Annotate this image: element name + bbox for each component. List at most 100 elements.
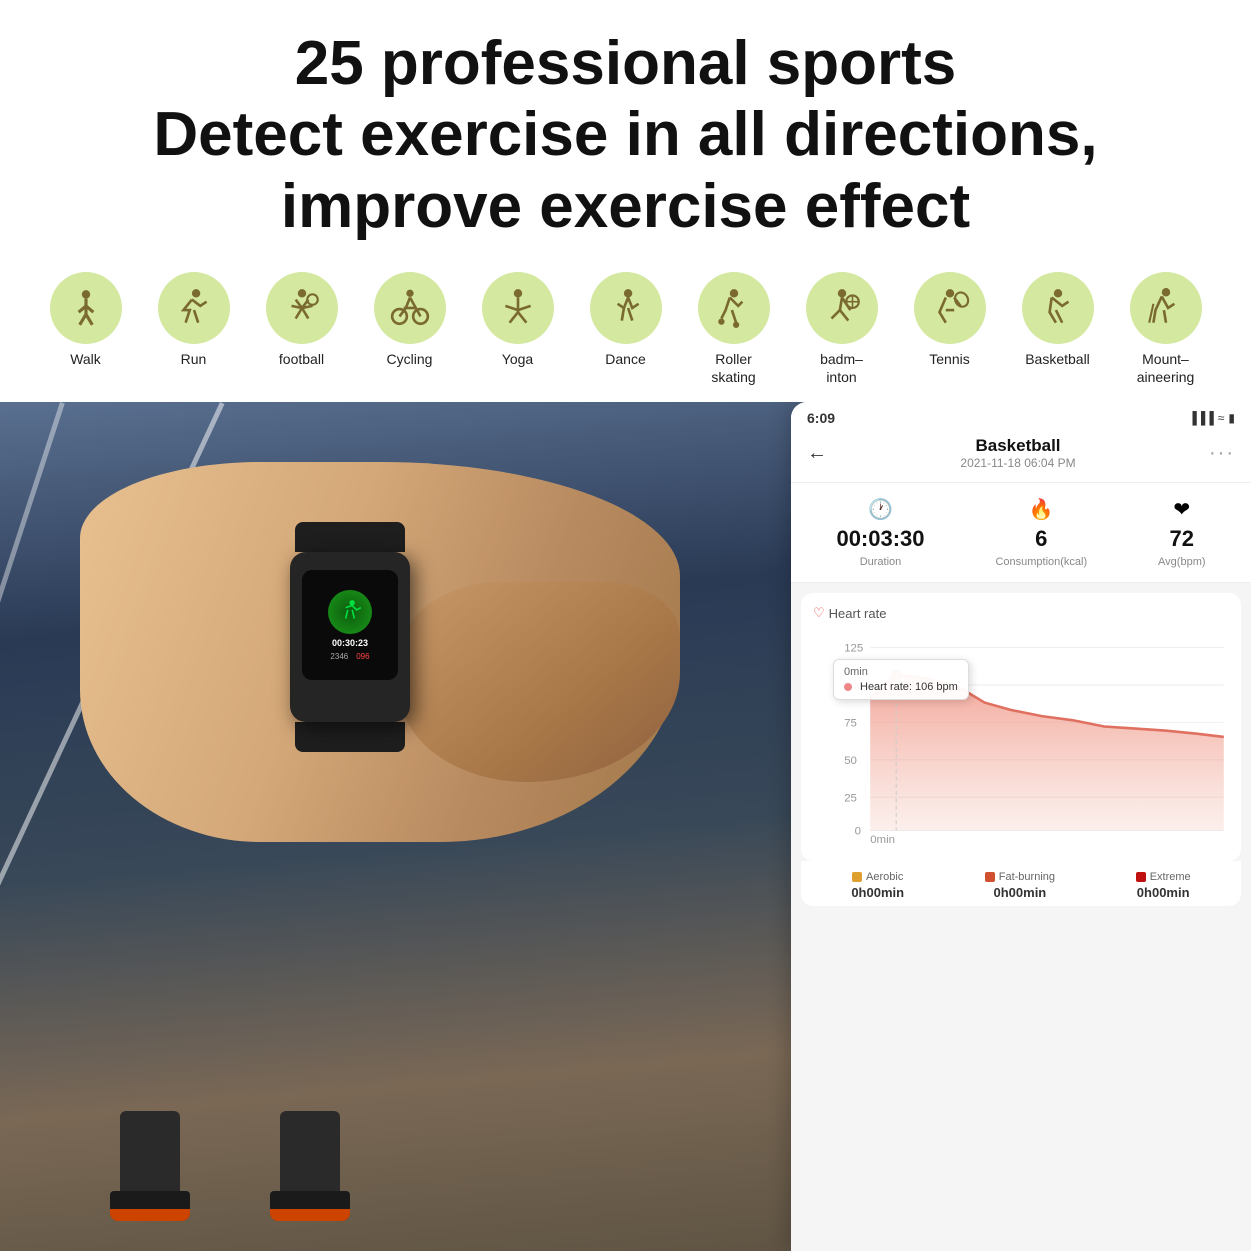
battery-icon: ▮ bbox=[1228, 411, 1235, 425]
fat-burning-label: Fat-burning bbox=[999, 871, 1055, 883]
sport-walk: Walk bbox=[32, 272, 140, 368]
phone-nav: ← Basketball 2021-11-18 06:04 PM ··· bbox=[807, 436, 1235, 470]
cycling-icon bbox=[389, 287, 431, 329]
legend-aerobic-label-row: Aerobic bbox=[852, 871, 903, 883]
hr-tooltip: 0min Heart rate: 106 bpm bbox=[833, 659, 969, 700]
stat-consumption: 🔥 6 Consumption(kcal) bbox=[995, 497, 1087, 568]
fat-burning-dot bbox=[985, 872, 995, 882]
extreme-dot bbox=[1136, 872, 1146, 882]
run-icon-circle bbox=[158, 272, 230, 344]
y-label-25: 25 bbox=[844, 793, 857, 805]
dance-label: Dance bbox=[605, 350, 645, 368]
walk-icon bbox=[65, 287, 107, 329]
run-label: Run bbox=[181, 350, 207, 368]
walk-label: Walk bbox=[70, 350, 101, 368]
phone-status-bar: 6:09 ▐▐▐ ≈ ▮ bbox=[791, 402, 1251, 430]
activity-date: 2021-11-18 06:04 PM bbox=[960, 456, 1075, 470]
sport-basketball: Basketball bbox=[1004, 272, 1112, 368]
chart-title: ♡ Heart rate bbox=[813, 605, 1229, 621]
phone-app-header: ← Basketball 2021-11-18 06:04 PM ··· bbox=[791, 430, 1251, 483]
signal-icon: ▐▐▐ bbox=[1188, 411, 1214, 425]
tooltip-dot bbox=[844, 683, 852, 691]
sport-run: Run bbox=[140, 272, 248, 368]
avg-bpm-label: Avg(bpm) bbox=[1158, 556, 1205, 568]
fat-burning-value: 0h00min bbox=[994, 885, 1047, 900]
aerobic-dot bbox=[852, 872, 862, 882]
football-icon bbox=[281, 287, 323, 329]
mountain-icon bbox=[1145, 287, 1187, 329]
title-line1: 25 professional sports bbox=[295, 29, 957, 98]
phone-stats-row: 🕐 00:03:30 Duration 🔥 6 Consumption(kcal… bbox=[791, 483, 1251, 583]
duration-label: Duration bbox=[860, 556, 902, 568]
run-icon bbox=[173, 287, 215, 329]
yoga-label: Yoga bbox=[502, 350, 533, 368]
tooltip-hr-text: Heart rate: 106 bpm bbox=[860, 681, 958, 693]
extreme-value: 0h00min bbox=[1137, 885, 1190, 900]
main-title: 25 professional sports Detect exercise i… bbox=[40, 28, 1211, 242]
right-shoe bbox=[260, 1111, 360, 1231]
badminton-icon bbox=[821, 287, 863, 329]
x-axis-label: 0min bbox=[870, 834, 895, 846]
basketball-label: Basketball bbox=[1025, 350, 1090, 368]
y-label-0: 0 bbox=[855, 826, 861, 838]
heart-icon: ❤ bbox=[1173, 497, 1190, 522]
sport-yoga: Yoga bbox=[464, 272, 572, 368]
back-button[interactable]: ← bbox=[807, 442, 827, 465]
phone-chart-section: ♡ Heart rate 125 100 75 50 25 0 bbox=[801, 593, 1241, 861]
stat-duration: 🕐 00:03:30 Duration bbox=[836, 497, 924, 568]
walk-icon-circle bbox=[50, 272, 122, 344]
dance-icon bbox=[605, 287, 647, 329]
sport-tennis: Tennis bbox=[896, 272, 1004, 368]
duration-value: 00:03:30 bbox=[836, 526, 924, 552]
roller-icon bbox=[713, 287, 755, 329]
mountain-label: Mount– aineering bbox=[1137, 350, 1195, 386]
extreme-label: Extreme bbox=[1150, 871, 1191, 883]
phone-time: 6:09 bbox=[807, 410, 835, 426]
football-icon-circle bbox=[266, 272, 338, 344]
sports-row: Walk Run bbox=[0, 260, 1251, 402]
feet-area bbox=[100, 1111, 360, 1231]
basketball-icon-circle bbox=[1022, 272, 1094, 344]
sport-badminton: badm– inton bbox=[788, 272, 896, 386]
football-label: football bbox=[279, 350, 324, 368]
legend-extreme-label-row: Extreme bbox=[1136, 871, 1191, 883]
left-shoe bbox=[100, 1111, 200, 1231]
phone-status-icons: ▐▐▐ ≈ ▮ bbox=[1188, 411, 1235, 425]
hr-chart: 125 100 75 50 25 0 bbox=[813, 629, 1229, 849]
aerobic-value: 0h00min bbox=[851, 885, 904, 900]
title-line2: Detect exercise in all directions, bbox=[153, 100, 1097, 169]
bottom-section: 00:30:23 2346 096 bbox=[0, 402, 1251, 1251]
y-label-75: 75 bbox=[844, 718, 857, 730]
roller-icon-circle bbox=[698, 272, 770, 344]
sport-football: football bbox=[248, 272, 356, 368]
band-time: 00:30:23 bbox=[332, 638, 368, 648]
cycling-label: Cycling bbox=[387, 350, 433, 368]
badminton-icon-circle bbox=[806, 272, 878, 344]
y-label-50: 50 bbox=[844, 755, 857, 767]
chart-heart-icon: ♡ bbox=[813, 605, 825, 621]
aerobic-label: Aerobic bbox=[866, 871, 903, 883]
stat-avg-bpm: ❤ 72 Avg(bpm) bbox=[1158, 497, 1205, 568]
legend-fat-label-row: Fat-burning bbox=[985, 871, 1055, 883]
sport-roller-skating: Roller skating bbox=[680, 272, 788, 386]
legend-fat-burning: Fat-burning 0h00min bbox=[985, 871, 1055, 900]
phone-panel: 6:09 ▐▐▐ ≈ ▮ ← Basketball 2021-11-18 06:… bbox=[791, 402, 1251, 1251]
tennis-label: Tennis bbox=[929, 350, 969, 368]
yoga-icon bbox=[497, 287, 539, 329]
basketball-icon bbox=[1037, 287, 1079, 329]
more-button[interactable]: ··· bbox=[1209, 442, 1235, 465]
cycling-icon-circle bbox=[374, 272, 446, 344]
legend-aerobic: Aerobic 0h00min bbox=[851, 871, 904, 900]
dance-icon-circle bbox=[590, 272, 662, 344]
chart-title-text: Heart rate bbox=[829, 606, 887, 621]
badminton-label: badm– inton bbox=[820, 350, 863, 386]
tennis-icon bbox=[929, 287, 971, 329]
fitness-band: 00:30:23 2346 096 bbox=[290, 522, 410, 752]
duration-icon: 🕐 bbox=[868, 497, 893, 522]
sport-dance: Dance bbox=[572, 272, 680, 368]
consumption-icon: 🔥 bbox=[1029, 497, 1054, 522]
tooltip-time: 0min bbox=[844, 666, 958, 678]
avg-bpm-value: 72 bbox=[1170, 526, 1194, 552]
band-hr: 096 bbox=[356, 652, 369, 661]
mountain-icon-circle bbox=[1130, 272, 1202, 344]
